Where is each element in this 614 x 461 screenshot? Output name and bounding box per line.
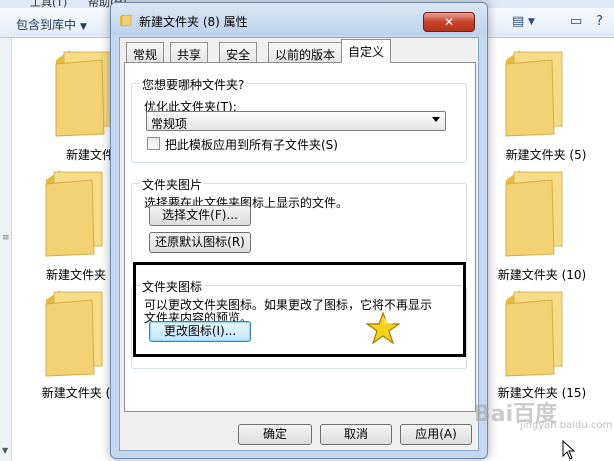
- dialog-titlebar[interactable]: 新建文件夹 (8) 属性 ✕: [111, 3, 487, 35]
- tab-sharing[interactable]: 共享: [170, 42, 209, 62]
- scroll-grip-icon[interactable]: ≡: [2, 233, 10, 245]
- group-title: 您想要哪种文件夹?: [140, 76, 247, 93]
- group-title: 文件夹图片: [140, 176, 205, 193]
- apply-button[interactable]: 应用(A): [400, 424, 472, 445]
- folder-label: 新建文件夹 (5): [505, 148, 587, 162]
- menu-tools[interactable]: 工具(T): [30, 0, 67, 8]
- help-icon[interactable]: ?: [596, 14, 603, 29]
- tab-previous-versions[interactable]: 以前的版本: [268, 42, 343, 62]
- cancel-button[interactable]: 取消: [320, 424, 392, 445]
- folder-item[interactable]: 新建文件夹 (5): [486, 46, 586, 162]
- scroll-down-icon[interactable]: ▼: [2, 446, 8, 455]
- tab-label: 安全: [226, 48, 251, 62]
- chevron-down-icon: ▼: [80, 22, 87, 32]
- folder-icon: [505, 170, 563, 257]
- folder-icon: [120, 14, 132, 27]
- include-in-library-button[interactable]: 包含到库中 ▼: [16, 16, 87, 33]
- folder-item[interactable]: 新建文件夹: [26, 166, 112, 282]
- watermark-url: jingyan.baidu.com: [520, 420, 613, 431]
- restore-default-button[interactable]: 还原默认图标(R): [149, 232, 251, 253]
- tab-label: 自定义: [348, 45, 385, 59]
- tab-label: 共享: [177, 48, 202, 62]
- vertical-scrollbar[interactable]: ≡ ▼: [0, 38, 12, 461]
- close-button[interactable]: ✕: [423, 12, 475, 32]
- apply-template-label: 把此模板应用到所有子文件夹(S): [165, 138, 338, 152]
- include-in-library-label: 包含到库中: [16, 18, 77, 32]
- chevron-down-icon[interactable]: ▼: [528, 17, 535, 27]
- folder-icon: [505, 50, 563, 137]
- group-title: 文件夹图标: [140, 278, 205, 295]
- close-icon: ✕: [443, 15, 455, 29]
- folder-icon: [45, 290, 103, 377]
- mouse-cursor-icon: [562, 440, 576, 460]
- apply-template-checkbox[interactable]: [147, 137, 160, 150]
- folder-icon: [45, 170, 103, 257]
- folder-item[interactable]: 新建文件夹 (15): [486, 286, 586, 400]
- folder-item[interactable]: 新建文件夹 (10): [486, 166, 586, 282]
- tab-label: 以前的版本: [275, 48, 336, 62]
- folder-icon: [505, 290, 563, 377]
- view-controls: ▤ ▼ ▭ ?: [484, 12, 614, 34]
- ok-button[interactable]: 确定: [238, 424, 312, 445]
- tab-customize[interactable]: 自定义: [341, 39, 392, 63]
- dialog-title: 新建文件夹 (8) 属性: [139, 15, 248, 29]
- view-icon[interactable]: ▤: [512, 14, 524, 29]
- folder-item[interactable]: 新建文件夹 (: [26, 286, 112, 400]
- star-icon: [366, 312, 400, 344]
- tab-general[interactable]: 常规: [126, 42, 165, 62]
- properties-dialog: 新建文件夹 (8) 属性 ✕ 常规 共享 安全 以前的版本 自定义 您想要哪种文…: [110, 2, 488, 459]
- chevron-down-icon: [432, 117, 440, 122]
- change-icon-button[interactable]: 更改图标(I)...: [149, 321, 251, 342]
- select-value: 常规项: [151, 117, 188, 131]
- choose-file-button[interactable]: 选择文件(F)...: [149, 205, 251, 226]
- preview-pane-icon[interactable]: ▭: [570, 14, 582, 29]
- tab-security[interactable]: 安全: [219, 42, 258, 62]
- tab-label: 常规: [133, 48, 158, 62]
- folder-label: 新建文件夹 (10): [497, 268, 587, 282]
- optimize-select[interactable]: 常规项: [146, 111, 446, 131]
